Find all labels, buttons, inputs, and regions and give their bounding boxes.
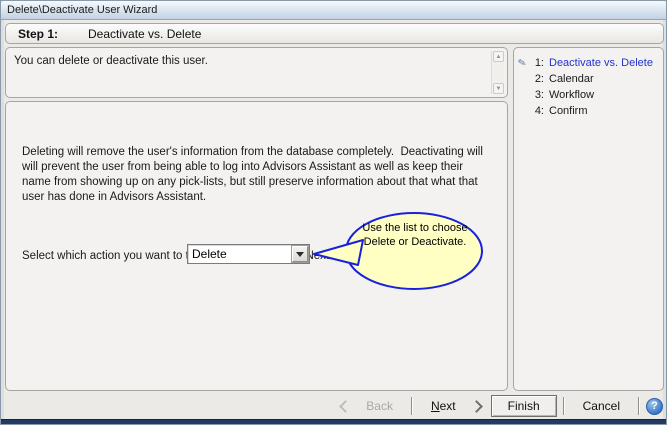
step-item-number: 2:: [530, 73, 544, 85]
callout-balloon: [306, 206, 492, 298]
step-item-label: Confirm: [549, 105, 588, 117]
scroll-up-button[interactable]: ▲: [493, 51, 504, 62]
scroll-up-icon: ▲: [496, 54, 502, 60]
step-item-deactivate-vs-delete[interactable]: ✎ 1: Deactivate vs. Delete: [514, 55, 663, 71]
step-item-confirm[interactable]: 4: Confirm: [514, 103, 663, 119]
bottom-strip: [1, 419, 666, 424]
content-panel: Deleting will remove the user's informat…: [5, 101, 508, 391]
chevron-down-icon: [296, 252, 304, 257]
separator: [638, 397, 640, 415]
description-paragraph: Deleting will remove the user's informat…: [22, 145, 494, 205]
action-select-value[interactable]: Delete: [192, 245, 291, 263]
step-title: Deactivate vs. Delete: [88, 27, 201, 41]
step-item-label: Calendar: [549, 73, 594, 85]
step-item-label: Deactivate vs. Delete: [549, 57, 653, 69]
question-icon: ?: [651, 400, 658, 412]
cancel-button[interactable]: Cancel: [567, 399, 636, 413]
wizard-window: Delete\Deactivate User Wizard Step 1: De…: [0, 0, 667, 425]
action-select[interactable]: Delete: [187, 244, 310, 264]
steps-panel: ✎ 1: Deactivate vs. Delete 2: Calendar 3…: [513, 47, 664, 391]
steps-list: ✎ 1: Deactivate vs. Delete 2: Calendar 3…: [514, 48, 663, 119]
step-item-calendar[interactable]: 2: Calendar: [514, 71, 663, 87]
instruction-text: You can delete or deactivate this user.: [14, 55, 485, 67]
instruction-panel: You can delete or deactivate this user. …: [5, 47, 508, 98]
next-button[interactable]: Next: [415, 399, 472, 413]
callout-text: Use the list to choose Delete or Deactiv…: [361, 221, 469, 249]
next-chevron-icon: [470, 400, 483, 413]
scroll-down-button[interactable]: ▼: [493, 83, 504, 94]
step-item-label: Workflow: [549, 89, 594, 101]
pencil-icon: ✎: [514, 58, 530, 69]
title-bar[interactable]: Delete\Deactivate User Wizard: [1, 1, 666, 20]
scroll-down-icon: ▼: [496, 86, 502, 92]
help-button[interactable]: ?: [646, 398, 663, 415]
separator: [411, 397, 413, 415]
window-title: Delete\Deactivate User Wizard: [7, 4, 157, 16]
step-number-label: Step 1:: [18, 27, 58, 41]
step-item-number: 1:: [530, 57, 544, 69]
separator: [563, 397, 565, 415]
finish-button[interactable]: Finish: [491, 395, 557, 417]
step-header: Step 1: Deactivate vs. Delete: [5, 23, 664, 44]
step-item-workflow[interactable]: 3: Workflow: [514, 87, 663, 103]
back-button[interactable]: Back: [350, 399, 409, 413]
scrollbar[interactable]: ▲ ▼: [491, 51, 504, 94]
footer-bar: Back Next Finish Cancel ?: [2, 393, 665, 419]
step-item-number: 3:: [530, 89, 544, 101]
step-item-number: 4:: [530, 105, 544, 117]
